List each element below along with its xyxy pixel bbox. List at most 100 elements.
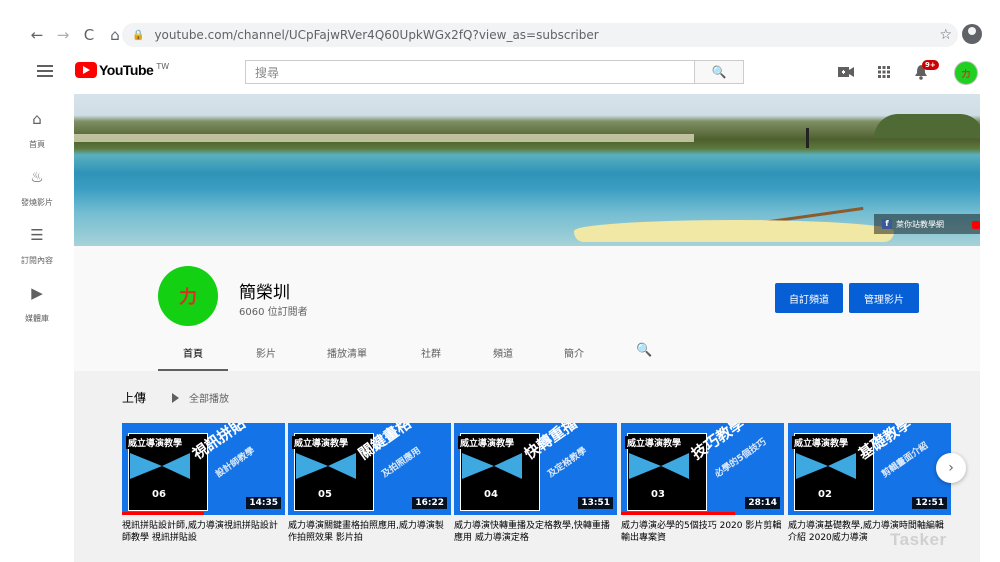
youtube-logo[interactable]: YouTube TW (75, 62, 169, 78)
thumbnail-brand: 威立導演教學 (292, 436, 351, 449)
tab-community[interactable]: 社群 (396, 341, 466, 371)
thumbnail-brand: 威立導演教學 (126, 436, 185, 449)
channel-avatar[interactable]: 力 (158, 266, 218, 326)
thumbnail-number: 06 (152, 489, 166, 500)
youtube-play-icon (75, 62, 97, 78)
sidebar-item-subscriptions[interactable]: ☰ 訂閱內容 (0, 226, 74, 276)
tab-videos[interactable]: 影片 (231, 341, 301, 371)
thumbnail-number: 05 (318, 489, 332, 500)
thumbnail-brand: 威立導演教學 (792, 436, 851, 449)
video-thumbnail[interactable]: 威立導演教學 05 關鍵畫格 及拍照應用 16:22 (288, 423, 451, 515)
browser-profile-icon[interactable] (962, 24, 982, 44)
video-title[interactable]: 威力導演快轉重播及定格教學,快轉重播應用 威力導演定格 (454, 520, 617, 544)
thumbnail-shape (494, 453, 522, 479)
browser-toolbar: ← → C ⌂ 🔒 youtube.com/channel/UCpFajwRVe… (0, 18, 1000, 52)
thumbnail-number: 03 (651, 489, 665, 500)
thumbnail-brand: 威立導演教學 (458, 436, 517, 449)
notification-badge: 9+ (922, 60, 939, 70)
banner-kayak (574, 220, 894, 242)
channel-avatar-text: 力 (179, 287, 197, 308)
thumbnail-shape (828, 453, 856, 479)
menu-icon[interactable] (37, 65, 53, 77)
chevron-right-icon: › (948, 460, 954, 476)
search-icon: 🔍 (711, 65, 727, 79)
watermark: Tasker (890, 530, 947, 549)
library-icon: ▶ (31, 284, 43, 302)
subscriptions-icon: ☰ (30, 226, 44, 244)
sidebar-item-trending[interactable]: ♨ 發燒影片 (0, 168, 74, 218)
thumbnail-number: 04 (484, 489, 498, 500)
banner-facebook-link[interactable]: f 萊你站教學網 (874, 214, 980, 234)
video-thumbnail[interactable]: 威立導演教學 04 快轉重播 及定格教學 13:51 (454, 423, 617, 515)
forward-icon[interactable]: → (52, 24, 74, 46)
flame-icon: ♨ (30, 168, 44, 186)
thumbnail-shape (130, 453, 162, 479)
video-duration: 16:22 (412, 497, 447, 509)
video-duration: 28:14 (745, 497, 780, 509)
sidebar-item-home[interactable]: ⌂ 首頁 (0, 110, 74, 160)
video-title[interactable]: 威力導演必學的5個技巧 2020 影片剪輯 輸出專案資 (621, 520, 784, 544)
video-title[interactable]: 視訊拼貼設計師,威力導演視訊拼貼設計師教學 視訊拼貼設 (122, 520, 285, 544)
thumbnail-shape (296, 453, 328, 479)
thumbnail-shape (796, 453, 828, 479)
account-avatar[interactable]: 力 (954, 61, 978, 85)
back-icon[interactable]: ← (26, 24, 48, 46)
region-code: TW (156, 62, 170, 71)
thumbnail-shape (629, 453, 661, 479)
yt-header: YouTube TW 搜尋 🔍 9+ 力 (0, 52, 1000, 92)
reload-icon[interactable]: C (78, 24, 100, 46)
video-card[interactable]: 威立導演教學 06 視訊拼貼 設計師教學 14:35 視訊拼貼設計師,威力導演視… (122, 423, 285, 544)
video-duration: 14:35 (246, 497, 281, 509)
video-card[interactable]: 威立導演教學 05 關鍵畫格 及拍照應用 16:22 威力導演關鍵畫格拍照應用,… (288, 423, 451, 544)
customize-channel-button[interactable]: 自訂頻道 (775, 283, 843, 313)
sidebar-item-label: 發燒影片 (21, 198, 53, 207)
next-arrow-button[interactable]: › (936, 453, 966, 483)
sidebar-item-library[interactable]: ▶ 媒體庫 (0, 284, 74, 334)
video-thumbnail[interactable]: 威立導演教學 03 技巧教學 必學的5個技巧 28:14 (621, 423, 784, 515)
bookmark-star-icon[interactable]: ☆ (939, 27, 952, 43)
channel-banner: f 萊你站教學網 (74, 94, 980, 246)
logo-text: YouTube (99, 62, 154, 78)
sidebar-item-label: 訂閱內容 (21, 256, 53, 265)
page: ← → C ⌂ 🔒 youtube.com/channel/UCpFajwRVe… (0, 0, 1000, 562)
uploads-section: 上傳 全部播放 威立導演教學 06 視訊拼貼 設計師教學 14:35 視訊拼貼設… (74, 371, 980, 562)
video-duration: 13:51 (578, 497, 613, 509)
lock-icon: 🔒 (132, 29, 145, 41)
tab-channels[interactable]: 頻道 (468, 341, 538, 371)
video-thumbnail[interactable]: 威立導演教學 02 基礎教學 剪輯畫面介紹 12:51 (788, 423, 951, 515)
address-bar[interactable]: 🔒 youtube.com/channel/UCpFajwRVer4Q60Upk… (122, 23, 958, 47)
home-icon: ⌂ (32, 110, 42, 128)
video-card[interactable]: 威立導演教學 02 基礎教學 剪輯畫面介紹 12:51 威力導演基礎教學,威力導… (788, 423, 951, 544)
thumbnail-shape (462, 453, 494, 479)
channel-name: 簡榮圳 (239, 283, 290, 303)
thumbnail-shape (661, 453, 689, 479)
apps-grid-icon[interactable] (876, 64, 892, 80)
thumbnail-brand: 威立導演教學 (625, 436, 684, 449)
video-thumbnail[interactable]: 威立導演教學 06 視訊拼貼 設計師教學 14:35 (122, 423, 285, 515)
video-card[interactable]: 威立導演教學 03 技巧教學 必學的5個技巧 28:14 威力導演必學的5個技巧… (621, 423, 784, 544)
banner-shore (74, 134, 694, 142)
banner-link-text: 萊你站教學網 (896, 219, 944, 229)
channel-header: 力 簡榮圳 6060 位訂閱者 自訂頻道 管理影片 首頁 影片 播放清單 社群 … (74, 246, 980, 371)
sidebar-item-label: 首頁 (29, 140, 45, 149)
tab-home[interactable]: 首頁 (158, 341, 228, 371)
search-input[interactable]: 搜尋 (245, 60, 695, 84)
facebook-icon: f (882, 219, 892, 229)
banner-youtube-icon[interactable] (972, 221, 980, 229)
tab-playlists[interactable]: 播放清單 (311, 341, 383, 371)
section-title: 上傳 (122, 391, 147, 405)
sidebar-item-label: 媒體庫 (25, 314, 49, 323)
video-card[interactable]: 威立導演教學 04 快轉重播 及定格教學 13:51 威力導演快轉重播及定格教學… (454, 423, 617, 544)
url-text: youtube.com/channel/UCpFajwRVer4Q60UpkWG… (154, 28, 599, 42)
manage-videos-button[interactable]: 管理影片 (849, 283, 919, 313)
tab-about[interactable]: 簡介 (539, 341, 609, 371)
banner-marker (806, 128, 809, 148)
banner-island (874, 114, 980, 138)
play-icon (172, 392, 179, 403)
video-title[interactable]: 威力導演關鍵畫格拍照應用,威力導演製作拍照效果 影片拍 (288, 520, 451, 544)
play-all-button[interactable]: 全部播放 (172, 390, 229, 405)
create-video-icon[interactable] (838, 64, 854, 80)
watch-progress-bar (621, 512, 736, 515)
channel-search-icon[interactable]: 🔍 (636, 343, 652, 358)
search-button[interactable]: 🔍 (694, 60, 744, 84)
